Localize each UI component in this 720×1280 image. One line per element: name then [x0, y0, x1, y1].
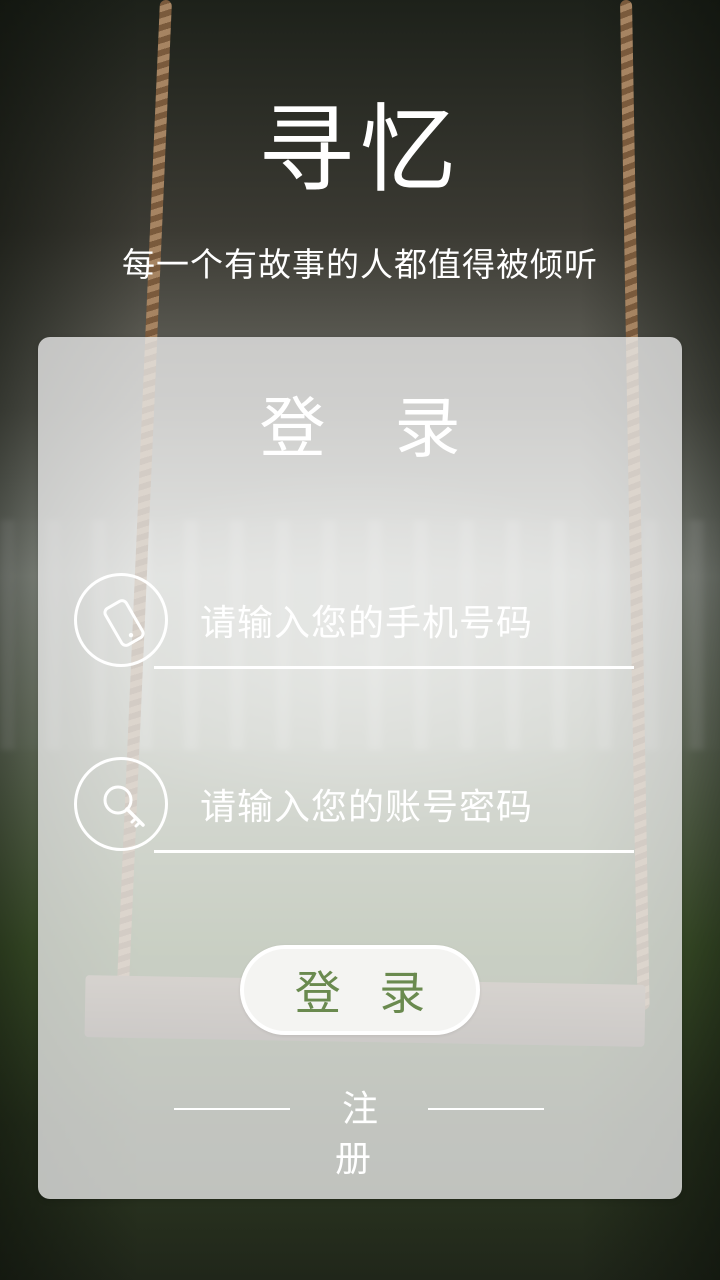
password-input[interactable] [198, 775, 632, 839]
register-link[interactable]: 注 册 [300, 1085, 420, 1185]
phone-field-underline [154, 666, 634, 669]
login-button[interactable]: 登 录 [240, 945, 480, 1035]
phone-input[interactable] [198, 591, 632, 655]
key-icon [74, 757, 168, 851]
app-subtitle: 每一个有故事的人都值得被倾听 [122, 245, 598, 284]
password-field [74, 757, 634, 857]
login-card: 登 录 登 录 注 册 [38, 337, 682, 1199]
password-field-underline [154, 850, 634, 853]
phone-icon [74, 573, 168, 667]
app-title: 寻忆 [258, 94, 462, 206]
register-divider-left [174, 1108, 290, 1110]
phone-field [74, 573, 634, 673]
register-divider-right [428, 1108, 544, 1110]
register-row: 注 册 [38, 1085, 682, 1180]
login-card-title: 登 录 [259, 390, 485, 467]
